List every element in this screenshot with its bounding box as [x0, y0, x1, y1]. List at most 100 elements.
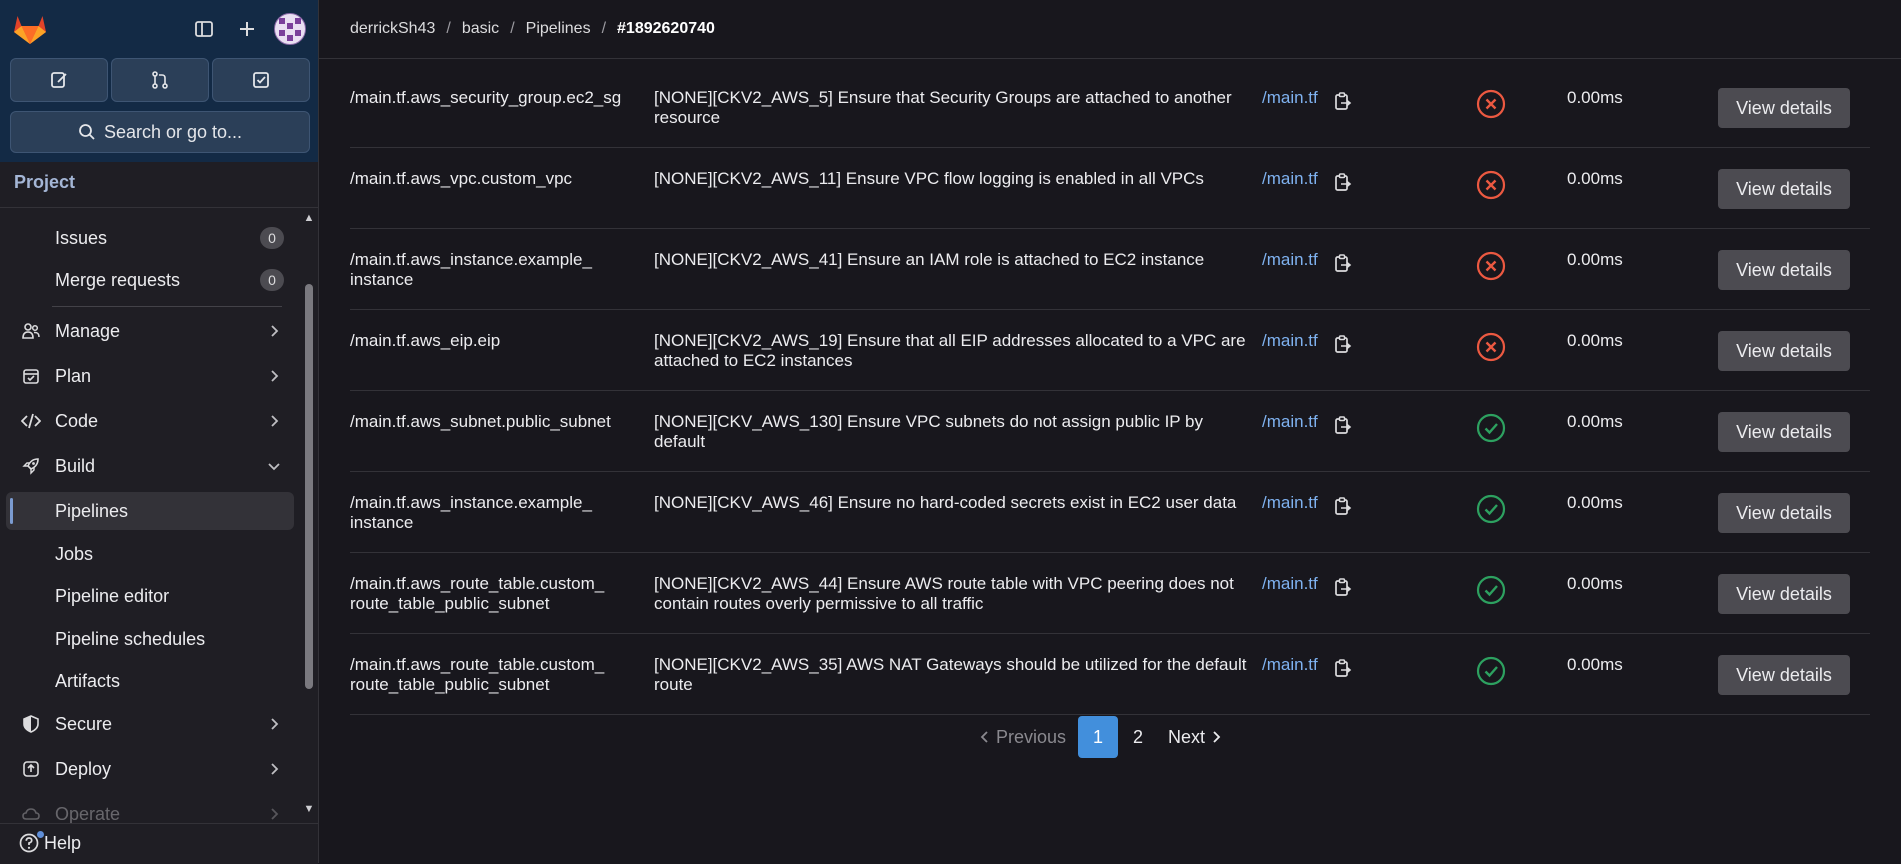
test-name: /main.tf.aws_eip.eip	[350, 331, 501, 350]
help-button[interactable]: Help	[18, 831, 81, 854]
chevron-right-icon	[271, 718, 279, 730]
toggle-sidebar-icon[interactable]	[191, 16, 217, 42]
rocket-icon	[20, 455, 42, 477]
status-success-icon	[1476, 494, 1506, 524]
sidebar-item-label: Manage	[55, 320, 121, 341]
file-link[interactable]: /main.tf	[1262, 331, 1318, 351]
sidebar-item-pipeline-editor[interactable]: Pipeline editor	[6, 577, 294, 615]
status-failed-icon	[1476, 251, 1506, 281]
sidebar-item-label: Build	[55, 455, 96, 476]
sidebar-item-pipeline-schedules[interactable]: Pipeline schedules	[6, 620, 294, 658]
sidebar-item-label: Issues	[55, 227, 108, 248]
copy-icon[interactable]	[1334, 334, 1352, 354]
chevron-right-icon	[271, 325, 279, 337]
deploy-icon	[20, 758, 42, 780]
file-link[interactable]: /main.tf	[1262, 493, 1318, 513]
merge-requests-shortcut-button[interactable]	[111, 58, 209, 102]
test-description: [NONE][CKV2_AWS_19] Ensure that all EIP …	[654, 331, 1246, 370]
execution-time: 0.00ms	[1567, 574, 1623, 593]
issues-count-badge: 0	[260, 227, 284, 249]
test-name: /main.tf.aws_route_table.custom_ route_t…	[350, 574, 605, 613]
chevron-right-icon	[271, 763, 279, 775]
table-row: /main.tf.aws_eip.eip [NONE][CKV2_AWS_19] …	[350, 309, 1870, 391]
view-details-button[interactable]: View details	[1718, 574, 1850, 614]
pagination-previous[interactable]: Previous	[980, 727, 1066, 748]
table-row: /main.tf.aws_subnet.public_subnet [NONE][…	[350, 390, 1870, 472]
sidebar-scrollbar[interactable]: ▲ ▼	[302, 208, 316, 823]
pagination-page-1[interactable]: 1	[1078, 716, 1119, 758]
view-details-button[interactable]: View details	[1718, 169, 1850, 209]
test-description: [NONE][CKV2_AWS_11] Ensure VPC flow logg…	[654, 169, 1204, 188]
copy-icon[interactable]	[1334, 496, 1352, 516]
view-details-button[interactable]: View details	[1718, 88, 1850, 128]
view-details-button[interactable]: View details	[1718, 331, 1850, 371]
users-icon	[20, 320, 42, 342]
scroll-thumb[interactable]	[305, 284, 313, 689]
nav-separator	[52, 306, 282, 307]
sidebar-item-label: Pipeline editor	[55, 585, 170, 606]
merge-requests-count-badge: 0	[260, 269, 284, 291]
search-label: Search or go to...	[103, 121, 243, 142]
copy-icon[interactable]	[1334, 172, 1352, 192]
user-avatar[interactable]	[274, 13, 306, 45]
sidebar-footer: Help	[0, 823, 318, 864]
file-link[interactable]: /main.tf	[1262, 250, 1318, 270]
table-row: /main.tf.aws_vpc.custom_vpc [NONE][CKV2_A…	[350, 147, 1870, 229]
sidebar-item-code[interactable]: Code	[6, 402, 294, 440]
merge-request-icon	[152, 71, 168, 89]
create-new-icon[interactable]	[234, 16, 260, 42]
copy-icon[interactable]	[1334, 253, 1352, 273]
chevron-right-icon	[271, 808, 279, 820]
test-name: /main.tf.aws_security_group.ec2_sg	[350, 88, 622, 107]
sidebar-item-deploy[interactable]: Deploy	[6, 750, 294, 788]
test-name: /main.tf.aws_vpc.custom_vpc	[350, 169, 573, 188]
sidebar-item-manage[interactable]: Manage	[6, 312, 294, 350]
test-name: /main.tf.aws_instance.example_ instance	[350, 250, 592, 289]
shield-icon	[20, 713, 42, 735]
test-description: [NONE][CKV2_AWS_41] Ensure an IAM role i…	[654, 250, 1205, 269]
pagination-next[interactable]: Next	[1168, 727, 1221, 748]
pagination-page-2[interactable]: 2	[1118, 716, 1158, 758]
gitlab-logo-icon[interactable]	[12, 12, 48, 46]
breadcrumb-item-pipelines[interactable]: Pipelines	[526, 20, 591, 38]
todo-shortcut-button[interactable]	[212, 58, 310, 102]
file-link[interactable]: /main.tf	[1262, 412, 1318, 432]
copy-icon[interactable]	[1334, 415, 1352, 435]
sidebar-item-secure[interactable]: Secure	[6, 705, 294, 743]
copy-icon[interactable]	[1334, 577, 1352, 597]
scroll-down-arrow-icon[interactable]: ▼	[302, 803, 316, 815]
test-name: /main.tf.aws_instance.example_ instance	[350, 493, 592, 532]
table-row: /main.tf.aws_route_table.custom_ route_t…	[350, 633, 1870, 715]
issues-icon	[51, 72, 67, 88]
breadcrumb-item-user[interactable]: derrickSh43	[350, 20, 435, 38]
sidebar-item-artifacts[interactable]: Artifacts	[6, 662, 294, 700]
search-button[interactable]: Search or go to...	[10, 111, 310, 153]
file-link[interactable]: /main.tf	[1262, 574, 1318, 594]
sidebar-item-merge-requests[interactable]: Merge requests 0	[6, 261, 294, 299]
sidebar-item-label: Secure	[55, 713, 113, 734]
sidebar-item-build[interactable]: Build	[6, 447, 294, 485]
issues-shortcut-button[interactable]	[10, 58, 108, 102]
view-details-button[interactable]: View details	[1718, 655, 1850, 695]
breadcrumb-item-project[interactable]: basic	[462, 20, 499, 38]
view-details-button[interactable]: View details	[1718, 412, 1850, 452]
copy-icon[interactable]	[1334, 658, 1352, 678]
table-row: /main.tf.aws_route_table.custom_ route_t…	[350, 552, 1870, 634]
sidebar-item-pipelines[interactable]: Pipelines	[6, 492, 294, 530]
view-details-button[interactable]: View details	[1718, 250, 1850, 290]
sidebar-item-plan[interactable]: Plan	[6, 357, 294, 395]
sidebar-item-operate[interactable]: Operate	[6, 795, 294, 823]
breadcrumb-item-current[interactable]: #1892620740	[617, 20, 715, 38]
sidebar-item-jobs[interactable]: Jobs	[6, 535, 294, 573]
file-link[interactable]: /main.tf	[1262, 169, 1318, 189]
scroll-up-arrow-icon[interactable]: ▲	[302, 212, 316, 224]
execution-time: 0.00ms	[1567, 412, 1623, 431]
execution-time: 0.00ms	[1567, 88, 1623, 107]
view-details-button[interactable]: View details	[1718, 493, 1850, 533]
copy-icon[interactable]	[1334, 91, 1352, 111]
execution-time: 0.00ms	[1567, 655, 1623, 674]
sidebar-item-issues[interactable]: Issues 0	[6, 219, 294, 257]
file-link[interactable]: /main.tf	[1262, 655, 1318, 675]
file-link[interactable]: /main.tf	[1262, 88, 1318, 108]
test-description: [NONE][CKV2_AWS_44] Ensure AWS route tab…	[654, 574, 1234, 613]
